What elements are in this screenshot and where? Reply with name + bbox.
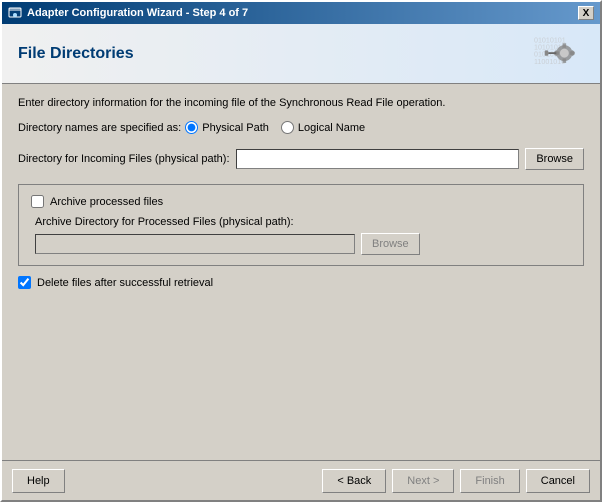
archive-dir-input[interactable] <box>35 234 355 254</box>
finish-button[interactable]: Finish <box>460 469 519 493</box>
browse-button[interactable]: Browse <box>525 148 584 170</box>
archive-field-row: Browse <box>31 233 571 255</box>
info-text: Enter directory information for the inco… <box>18 96 584 111</box>
footer-right: < Back Next > Finish Cancel <box>322 469 590 493</box>
radio-physical-option[interactable]: Physical Path <box>185 121 269 134</box>
close-button[interactable]: X <box>578 6 594 20</box>
window-title: Adapter Configuration Wizard - Step 4 of… <box>27 7 248 19</box>
page-title: File Directories <box>18 45 134 63</box>
radio-logical-label: Logical Name <box>298 122 365 134</box>
content-area: Enter directory information for the inco… <box>2 84 600 460</box>
directory-names-label: Directory names are specified as: <box>18 122 181 134</box>
delete-checkbox-row: Delete files after successful retrieval <box>18 276 584 289</box>
radio-row: Directory names are specified as: Physic… <box>18 121 584 134</box>
radio-logical-option[interactable]: Logical Name <box>281 121 365 134</box>
footer-left: Help <box>12 469 65 493</box>
cancel-button[interactable]: Cancel <box>526 469 590 493</box>
wizard-header: File Directories 01010101 10101010 01010… <box>2 24 600 84</box>
delete-checkbox-label[interactable]: Delete files after successful retrieval <box>37 277 213 289</box>
archive-browse-button[interactable]: Browse <box>361 233 420 255</box>
footer: Help < Back Next > Finish Cancel <box>2 460 600 500</box>
title-bar-left: Adapter Configuration Wizard - Step 4 of… <box>8 6 248 20</box>
title-bar: Adapter Configuration Wizard - Step 4 of… <box>2 2 600 24</box>
archive-checkbox-label[interactable]: Archive processed files <box>50 196 163 208</box>
next-button[interactable]: Next > <box>392 469 454 493</box>
radio-physical-label: Physical Path <box>202 122 269 134</box>
back-button[interactable]: < Back <box>322 469 386 493</box>
archive-checkbox-row: Archive processed files <box>31 195 571 208</box>
radio-physical[interactable] <box>185 121 198 134</box>
delete-checkbox[interactable] <box>18 276 31 289</box>
incoming-files-label: Directory for Incoming Files (physical p… <box>18 153 230 165</box>
wizard-icon <box>8 6 22 20</box>
help-button[interactable]: Help <box>12 469 65 493</box>
archive-checkbox[interactable] <box>31 195 44 208</box>
radio-logical[interactable] <box>281 121 294 134</box>
radio-group: Physical Path Logical Name <box>185 121 365 134</box>
archive-section: Archive processed files Archive Director… <box>18 184 584 266</box>
header-icon-area: 01010101 10101010 01010011 11001010 <box>534 31 584 76</box>
archive-dir-label: Archive Directory for Processed Files (p… <box>31 216 571 228</box>
incoming-files-row: Directory for Incoming Files (physical p… <box>18 148 584 170</box>
wizard-window: Adapter Configuration Wizard - Step 4 of… <box>0 0 602 502</box>
incoming-files-input[interactable] <box>236 149 520 169</box>
